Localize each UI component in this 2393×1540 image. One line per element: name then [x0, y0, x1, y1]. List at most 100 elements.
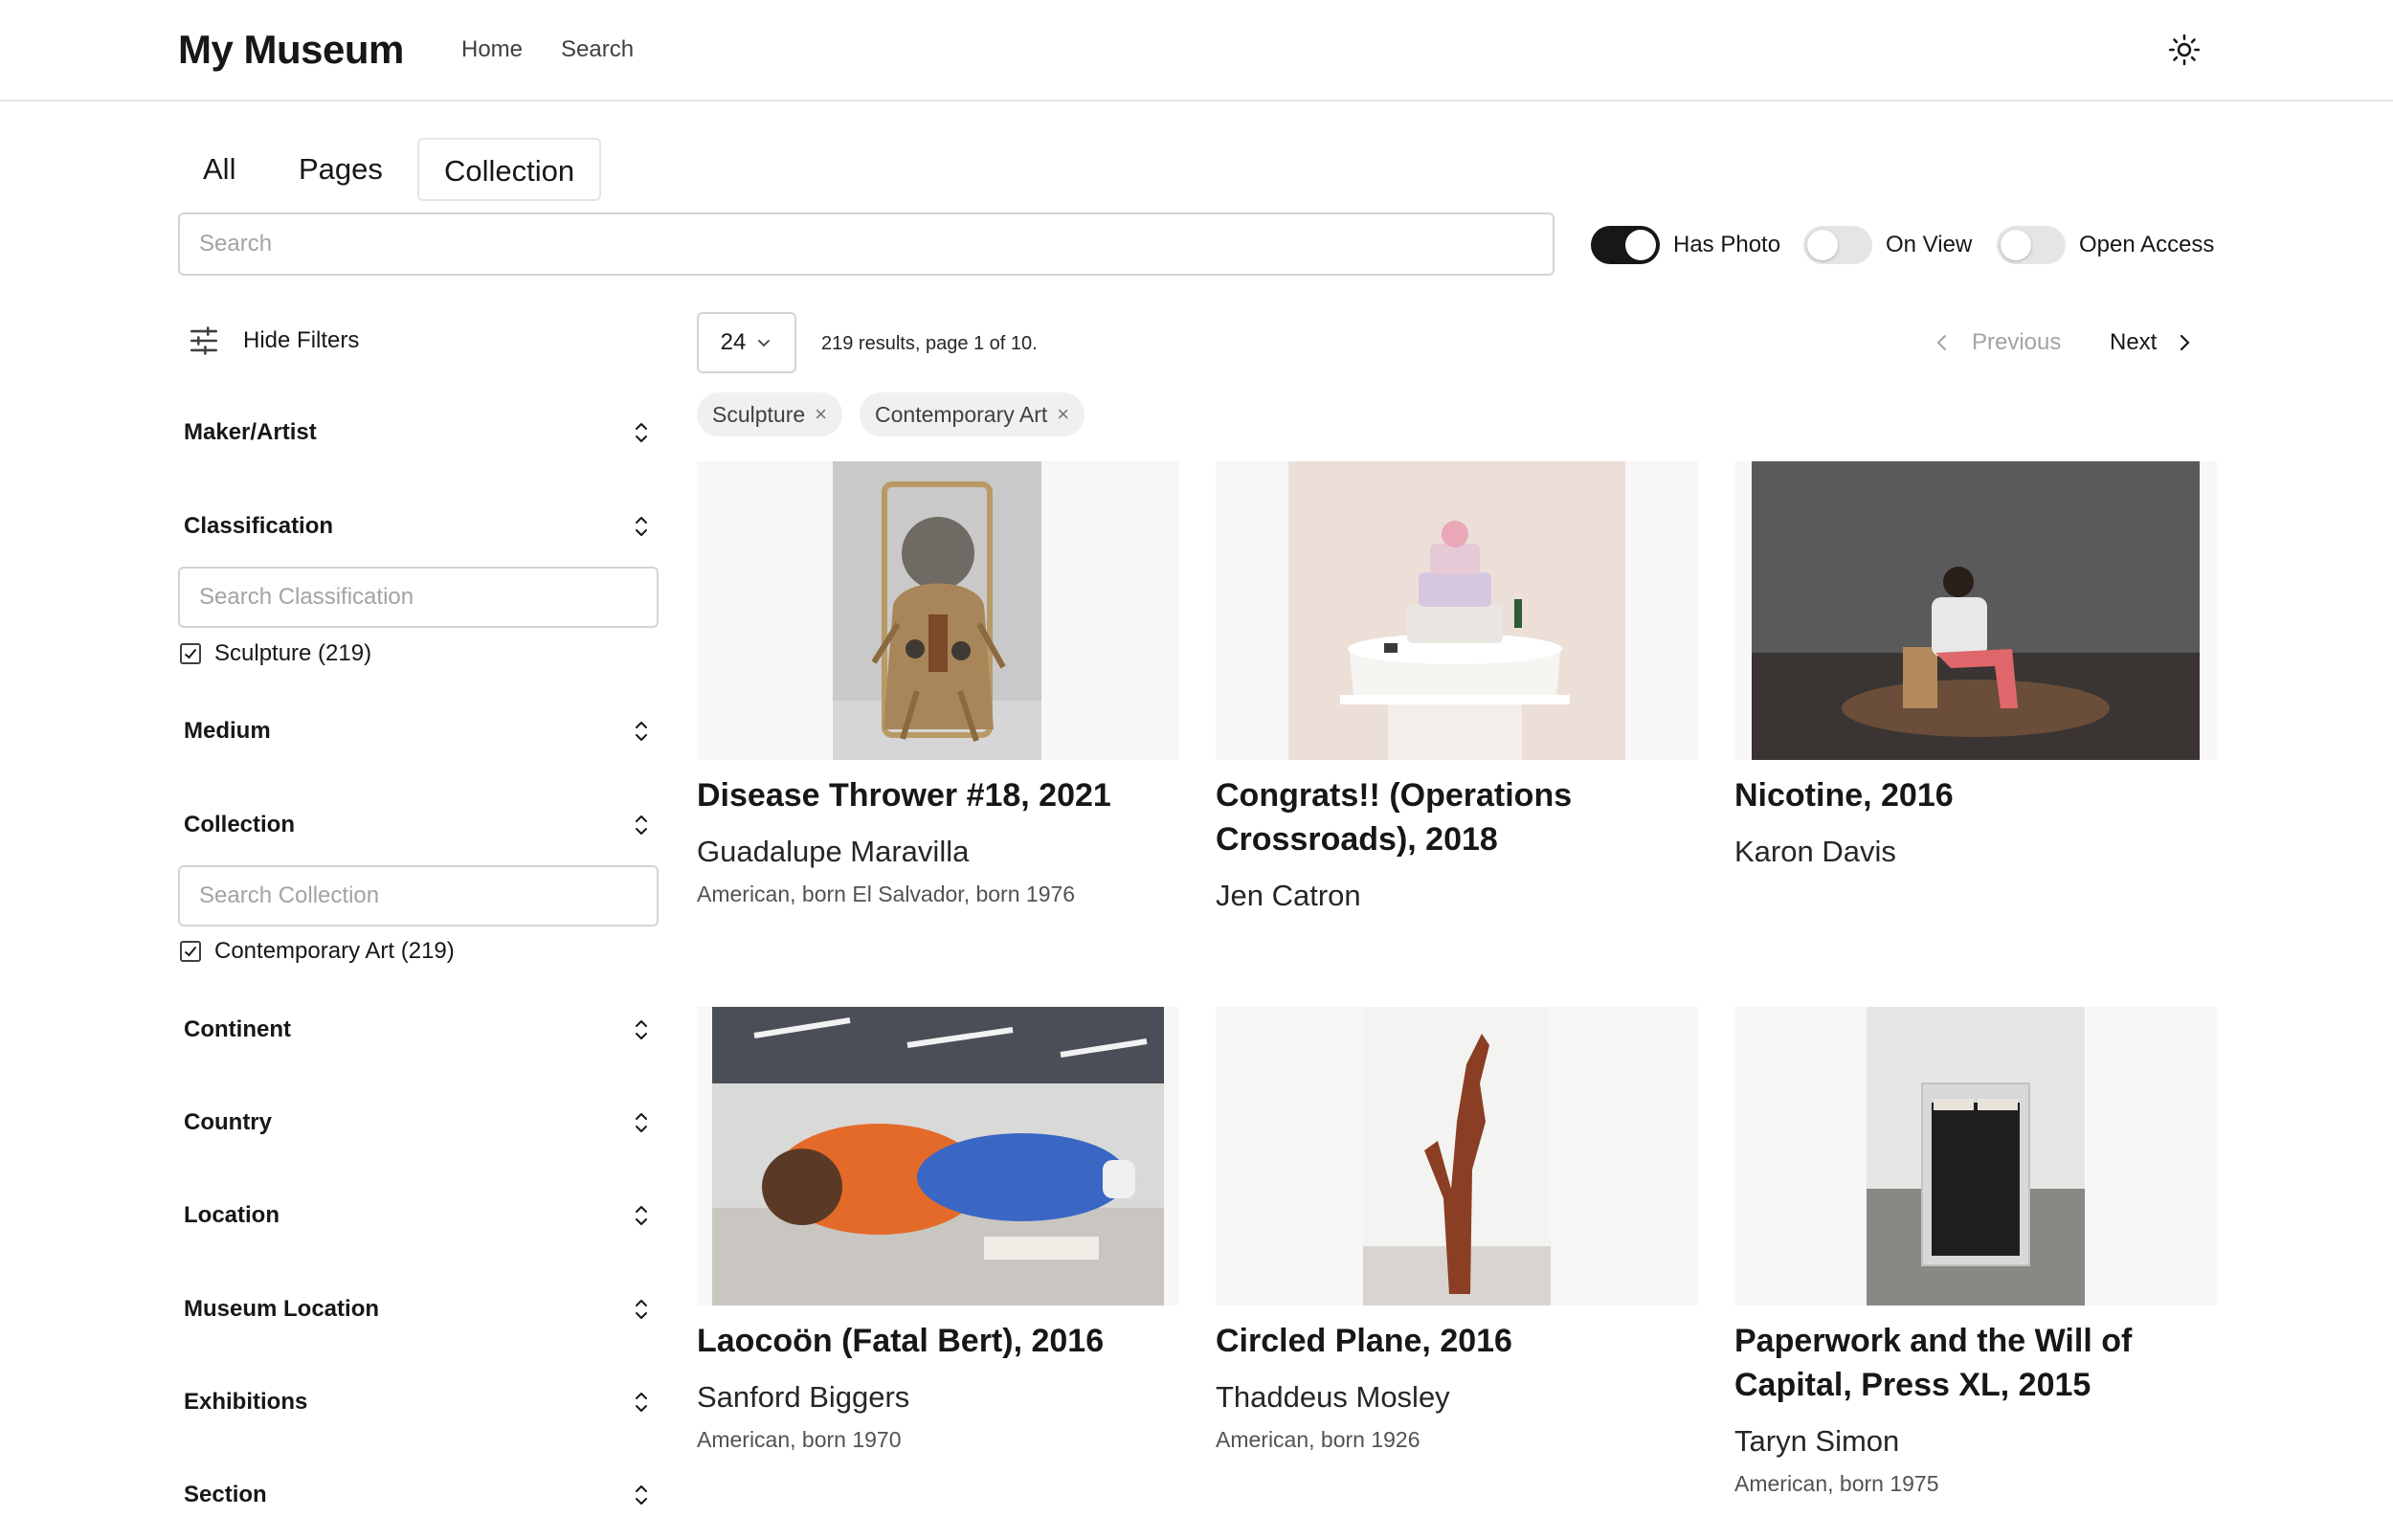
nav-search-link[interactable]: Search — [561, 33, 634, 67]
hide-filters-label: Hide Filters — [243, 327, 360, 353]
option-label: Contemporary Art (219) — [214, 938, 455, 964]
collection-search-input[interactable] — [178, 865, 659, 926]
results-summary: 219 results, page 1 of 10. — [821, 333, 1038, 354]
facet-location[interactable]: Location — [184, 1194, 653, 1237]
chip-label: Contemporary Art — [875, 401, 1048, 427]
top-navbar: My Museum Home Search — [0, 0, 2393, 101]
facet-continent[interactable]: Continent — [184, 1009, 653, 1051]
chevron-up-down-icon — [636, 1393, 647, 1412]
facet-maker-artist[interactable]: Maker/Artist — [184, 412, 653, 454]
theme-toggle-button[interactable] — [2165, 29, 2203, 71]
artwork-image[interactable] — [697, 1007, 1179, 1306]
artwork-maker[interactable]: Sanford Biggers — [697, 1378, 909, 1417]
artwork-image[interactable] — [1734, 1007, 2217, 1306]
artwork-maker[interactable]: Guadalupe Maravilla — [697, 833, 969, 871]
artwork-card[interactable]: Paperwork and the Will of Capital, Press… — [1734, 1007, 2217, 1505]
next-page-button[interactable]: Next — [2110, 325, 2195, 360]
artwork-maker-bio: American, born 1970 — [697, 1427, 902, 1452]
classification-option-sculpture[interactable]: Sculpture (219) — [180, 636, 371, 671]
artwork-card[interactable]: Congrats!! (Operations Crossroads), 2018… — [1216, 461, 1698, 921]
per-page-select[interactable]: 24 — [697, 312, 796, 373]
artwork-maker-bio: American, born El Salvador, born 1976 — [697, 882, 1076, 906]
artwork-image[interactable] — [697, 461, 1179, 760]
artwork-title[interactable]: Congrats!! (Operations Crossroads), 2018 — [1216, 773, 1713, 861]
facet-country[interactable]: Country — [184, 1102, 653, 1144]
nav-home-link[interactable]: Home — [461, 33, 523, 67]
artwork-image[interactable] — [1216, 1007, 1698, 1306]
previous-page-button[interactable]: Previous — [1932, 325, 2061, 360]
has-photo-toggle[interactable] — [1591, 226, 1660, 264]
artwork-thumbnail — [1867, 1007, 2085, 1306]
artwork-maker[interactable]: Taryn Simon — [1734, 1422, 1899, 1461]
facet-section[interactable]: Section — [184, 1474, 653, 1516]
chevron-up-down-icon — [636, 722, 647, 741]
search-input[interactable] — [178, 212, 1554, 276]
facet-title: Classification — [184, 513, 334, 539]
tab-collection[interactable]: Collection — [417, 138, 602, 201]
next-label: Next — [2110, 329, 2158, 355]
artwork-title[interactable]: Nicotine, 2016 — [1734, 773, 2232, 817]
chevron-up-down-icon — [636, 517, 647, 536]
facet-title: Section — [184, 1482, 267, 1507]
active-filter-chip[interactable]: Contemporary Art × — [860, 392, 1085, 436]
artwork-card[interactable]: Laocoön (Fatal Bert), 2016 Sanford Bigge… — [697, 1007, 1179, 1505]
open-access-toggle[interactable] — [1997, 226, 2066, 264]
artwork-image[interactable] — [1216, 461, 1698, 760]
chevron-down-icon — [758, 340, 771, 347]
chevron-up-down-icon — [636, 815, 647, 835]
option-label: Sculpture (219) — [214, 640, 372, 666]
facet-title: Continent — [184, 1016, 291, 1042]
x-icon[interactable]: × — [815, 402, 827, 427]
sun-icon — [2168, 33, 2201, 66]
artwork-card[interactable]: Circled Plane, 2016 Thaddeus Mosley Amer… — [1216, 1007, 1698, 1505]
chevron-right-icon — [2181, 334, 2190, 351]
facet-title: Medium — [184, 718, 271, 744]
artwork-thumbnail — [1752, 461, 2200, 760]
artwork-title[interactable]: Disease Thrower #18, 2021 — [697, 773, 1195, 817]
toggle-knob — [1625, 230, 1656, 260]
facet-title: Country — [184, 1109, 272, 1135]
artwork-title[interactable]: Laocoön (Fatal Bert), 2016 — [697, 1319, 1195, 1363]
chip-label: Sculpture — [712, 401, 806, 427]
artwork-thumbnail — [833, 461, 1041, 760]
facet-exhibitions[interactable]: Exhibitions — [184, 1381, 653, 1423]
facet-title: Collection — [184, 812, 296, 837]
artwork-maker-bio: American, born 1975 — [1734, 1471, 1939, 1496]
tab-all[interactable]: All — [178, 138, 260, 201]
checkbox[interactable] — [180, 941, 201, 962]
check-icon — [184, 946, 197, 957]
artwork-title[interactable]: Paperwork and the Will of Capital, Press… — [1734, 1319, 2232, 1407]
artwork-maker[interactable]: Karon Davis — [1734, 833, 1896, 871]
facet-museum-location[interactable]: Museum Location — [184, 1288, 653, 1330]
artwork-maker[interactable]: Jen Catron — [1216, 877, 1361, 915]
tab-pages[interactable]: Pages — [274, 138, 408, 201]
facet-title: Exhibitions — [184, 1389, 308, 1415]
chevron-up-down-icon — [636, 1206, 647, 1225]
hide-filters-button[interactable]: Hide Filters — [188, 322, 359, 360]
previous-label: Previous — [1972, 329, 2062, 355]
artwork-maker[interactable]: Thaddeus Mosley — [1216, 1378, 1450, 1417]
has-photo-label: Has Photo — [1673, 232, 1781, 257]
chevron-up-down-icon — [636, 1113, 647, 1132]
facet-title: Location — [184, 1202, 280, 1228]
artwork-card[interactable]: Nicotine, 2016 Karon Davis — [1734, 461, 2217, 921]
open-access-label: Open Access — [2079, 232, 2215, 257]
facet-collection[interactable]: Collection — [184, 804, 653, 846]
toggle-knob — [1807, 230, 1838, 260]
facet-medium[interactable]: Medium — [184, 710, 653, 752]
chevron-up-down-icon — [636, 1020, 647, 1039]
toggle-knob — [2001, 230, 2031, 260]
x-icon[interactable]: × — [1057, 402, 1069, 427]
artwork-title[interactable]: Circled Plane, 2016 — [1216, 1319, 1713, 1363]
on-view-toggle[interactable] — [1803, 226, 1872, 264]
artwork-thumbnail — [1363, 1007, 1551, 1306]
checkbox[interactable] — [180, 643, 201, 664]
classification-search-input[interactable] — [178, 567, 659, 628]
collection-option-contemporary-art[interactable]: Contemporary Art (219) — [180, 934, 455, 969]
facet-classification[interactable]: Classification — [184, 505, 653, 547]
artwork-image[interactable] — [1734, 461, 2217, 760]
chevron-up-down-icon — [636, 1300, 647, 1319]
site-logo[interactable]: My Museum — [178, 25, 404, 75]
active-filter-chip[interactable]: Sculpture × — [697, 392, 843, 436]
artwork-card[interactable]: Disease Thrower #18, 2021 Guadalupe Mara… — [697, 461, 1179, 921]
